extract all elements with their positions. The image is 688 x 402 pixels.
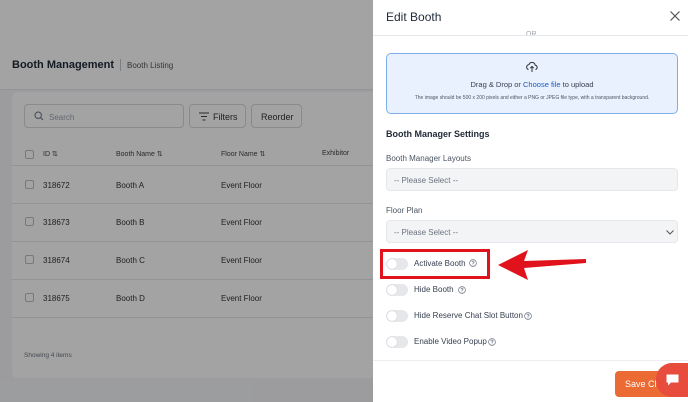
drawer-header-divider bbox=[373, 35, 688, 36]
chat-icon bbox=[666, 374, 679, 386]
layouts-label: Booth Manager Layouts bbox=[386, 154, 471, 163]
booth-manager-layouts-select[interactable]: -- Please Select -- bbox=[386, 168, 678, 191]
edit-booth-drawer: Edit Booth OR Drag & Drop or Choose file… bbox=[373, 0, 688, 402]
upload-instructions: Drag & Drop or Choose file to upload bbox=[387, 80, 677, 89]
hide-reserve-chat-slot-toggle[interactable] bbox=[386, 310, 408, 322]
chat-widget-button[interactable] bbox=[656, 363, 688, 397]
file-upload-dropzone[interactable]: Drag & Drop or Choose file to upload The… bbox=[386, 53, 678, 114]
chevron-down-icon bbox=[666, 230, 674, 235]
hide-booth-toggle[interactable] bbox=[386, 284, 408, 296]
upload-text-suffix: to upload bbox=[560, 80, 594, 89]
help-circle-icon[interactable] bbox=[458, 286, 466, 294]
cloud-upload-icon bbox=[526, 61, 538, 72]
floor-plan-label: Floor Plan bbox=[386, 206, 423, 215]
help-circle-icon[interactable] bbox=[524, 312, 532, 320]
drawer-title: Edit Booth bbox=[386, 10, 442, 24]
save-button-label: Save Ch bbox=[625, 379, 660, 389]
help-circle-icon[interactable] bbox=[488, 338, 496, 346]
enable-video-popup-label: Enable Video Popup bbox=[414, 337, 487, 346]
enable-video-popup-toggle[interactable] bbox=[386, 336, 408, 348]
section-title: Booth Manager Settings bbox=[386, 129, 490, 139]
hide-booth-label: Hide Booth bbox=[414, 285, 454, 294]
layouts-select-value: -- Please Select -- bbox=[394, 176, 459, 185]
floor-plan-select-value: -- Please Select -- bbox=[394, 228, 459, 237]
choose-file-link[interactable]: Choose file bbox=[523, 80, 561, 89]
drawer-footer: Save Ch bbox=[373, 360, 688, 402]
annotation-arrow-icon bbox=[498, 250, 586, 280]
annotation-highlight-box bbox=[380, 249, 490, 279]
close-icon[interactable] bbox=[669, 10, 681, 22]
hide-reserve-chat-slot-label: Hide Reserve Chat Slot Button bbox=[414, 311, 523, 320]
floor-plan-select[interactable]: -- Please Select -- bbox=[386, 220, 678, 243]
upload-text-prefix: Drag & Drop or bbox=[470, 80, 524, 89]
upload-hint: The image should be 500 x 200 pixels and… bbox=[414, 95, 650, 101]
